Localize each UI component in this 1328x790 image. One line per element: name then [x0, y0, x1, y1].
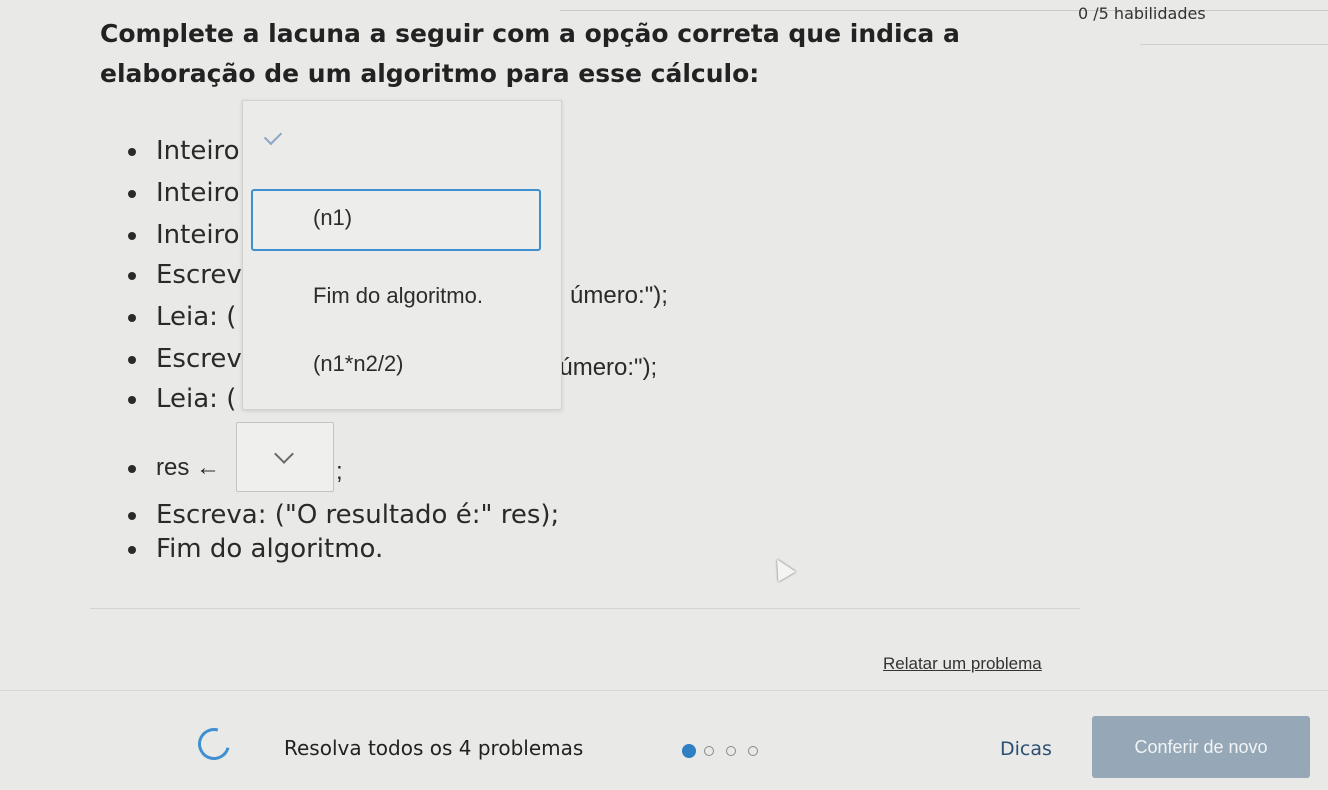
bullet — [128, 395, 136, 404]
dropdown-option-fim[interactable]: Fim do algoritmo. — [313, 283, 483, 309]
progress-dot — [726, 746, 736, 756]
code-line-4-tail: úmero:"); — [570, 282, 668, 309]
footer-divider — [0, 690, 1328, 691]
top-divider-right — [1140, 44, 1328, 45]
bullet — [128, 355, 136, 364]
code-line-3: Inteiro — [128, 220, 240, 250]
progress-text: Resolva todos os 4 problemas — [284, 736, 584, 760]
res-blank-select[interactable] — [236, 422, 334, 492]
bullet — [128, 511, 136, 520]
code-line-7: Leia: ( — [128, 384, 236, 414]
mouse-cursor-icon — [768, 554, 796, 582]
retry-button[interactable]: Conferir de novo — [1092, 716, 1310, 778]
check-icon — [263, 126, 283, 146]
refresh-icon — [192, 722, 236, 766]
bullet — [128, 545, 136, 554]
dropdown-option-formula[interactable]: (n1*n2/2) — [313, 351, 404, 377]
progress-dot — [704, 746, 714, 756]
divider — [90, 608, 1080, 609]
code-line-print-result: Escreva: ("O resultado é:" res); — [128, 500, 559, 530]
code-line-6-tail: número:"); — [546, 354, 658, 381]
code-line-1: Inteiro — [128, 136, 240, 166]
chevron-down-icon — [274, 444, 294, 464]
bullet — [128, 231, 136, 240]
hints-link[interactable]: Dicas — [1000, 738, 1052, 760]
res-line-suffix: ; — [336, 458, 343, 485]
report-problem-link[interactable]: Relatar um problema — [883, 654, 1042, 674]
top-divider — [560, 10, 1328, 11]
code-line-end: Fim do algoritmo. — [128, 534, 383, 564]
res-line: res ← — [128, 454, 220, 482]
bullet — [128, 271, 136, 280]
blank-options-dropdown[interactable]: (n1) Fim do algoritmo. (n1*n2/2) — [242, 100, 562, 410]
dropdown-option-n1[interactable]: (n1) — [251, 189, 541, 251]
progress-dot — [682, 744, 696, 758]
code-line-6: Escrev — [128, 344, 242, 374]
bullet — [128, 464, 136, 473]
code-line-5: Leia: ( — [128, 302, 236, 332]
bullet — [128, 189, 136, 198]
code-line-4: Escrev — [128, 260, 242, 290]
bullet — [128, 147, 136, 156]
bullet — [128, 313, 136, 322]
code-line-2: Inteiro — [128, 178, 240, 208]
question-text: Complete a lacuna a seguir com a opção c… — [100, 19, 960, 88]
progress-dot — [748, 746, 758, 756]
